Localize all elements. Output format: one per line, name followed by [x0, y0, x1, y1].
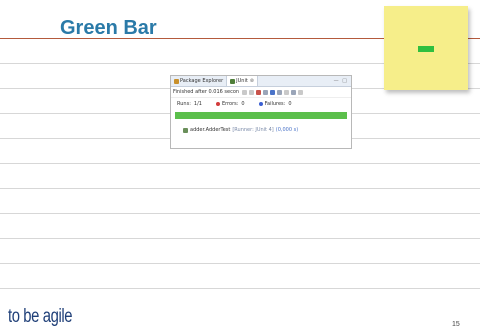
view-menu-icon[interactable]: [298, 89, 304, 95]
tab-junit-label: JUnit: [236, 78, 248, 84]
logo: to be agile: [8, 306, 73, 327]
errors-label: Errors:: [221, 101, 239, 107]
ruled-line: [0, 238, 480, 239]
view-tab-bar: Package Explorer JUnit ⊗ — □: [171, 76, 351, 87]
test-counters: Runs: 1/1 Errors: 0 Failures: 0: [171, 98, 351, 110]
failures-counter: Failures: 0: [258, 101, 292, 107]
ruled-line: [0, 163, 480, 164]
test-runner: [Runner: JUnit 4]: [232, 127, 274, 133]
page-number: 15: [452, 321, 460, 328]
status-text: Finished after 0.016 secon: [173, 89, 240, 95]
tab-package-explorer[interactable]: Package Explorer: [171, 76, 226, 86]
scroll-lock-icon[interactable]: [263, 89, 269, 95]
ruled-line: [0, 288, 480, 289]
test-tree-item[interactable]: adder.AdderTest [Runner: JUnit 4] (0,000…: [171, 125, 351, 135]
tab-package-explorer-label: Package Explorer: [180, 78, 224, 84]
close-icon[interactable]: ⊗: [250, 78, 254, 84]
ruled-line: [0, 213, 480, 214]
errors-value: 0: [241, 101, 245, 107]
failures-label: Failures:: [264, 101, 286, 107]
green-mark: [418, 46, 434, 52]
error-icon: [215, 102, 220, 106]
test-class-icon: [183, 127, 188, 133]
package-explorer-icon: [174, 78, 179, 84]
history-icon[interactable]: [291, 89, 297, 95]
test-time: (0,000 s): [275, 127, 299, 133]
rerun-failed-icon[interactable]: [277, 89, 283, 95]
junit-icon: [230, 78, 236, 84]
junit-toolbar: Finished after 0.016 secon: [171, 87, 351, 98]
slide: Green Bar Package Explorer JUnit ⊗ — □ F…: [0, 0, 480, 335]
toolbar-icons: [242, 89, 305, 95]
test-progress-bar: [175, 112, 347, 119]
show-failures-only-icon[interactable]: [256, 89, 262, 95]
window-controls[interactable]: — □: [334, 78, 351, 84]
runs-label: Runs:: [177, 101, 191, 107]
failure-icon: [258, 102, 263, 106]
stop-icon[interactable]: [284, 89, 290, 95]
sticky-note: [384, 6, 468, 90]
tab-junit[interactable]: JUnit ⊗: [226, 76, 258, 86]
slide-title: Green Bar: [60, 17, 157, 39]
test-name: adder.AdderTest: [190, 127, 231, 133]
previous-failure-icon[interactable]: [249, 89, 255, 95]
next-failure-icon[interactable]: [242, 89, 248, 95]
junit-view: Package Explorer JUnit ⊗ — □ Finished af…: [170, 75, 352, 149]
ruled-line: [0, 188, 480, 189]
ruled-line: [0, 263, 480, 264]
failures-value: 0: [288, 101, 292, 107]
runs-counter: Runs: 1/1: [177, 101, 202, 107]
runs-value: 1/1: [193, 101, 202, 107]
errors-counter: Errors: 0: [215, 101, 245, 107]
rerun-icon[interactable]: [270, 89, 276, 95]
progress-fill: [175, 112, 347, 119]
